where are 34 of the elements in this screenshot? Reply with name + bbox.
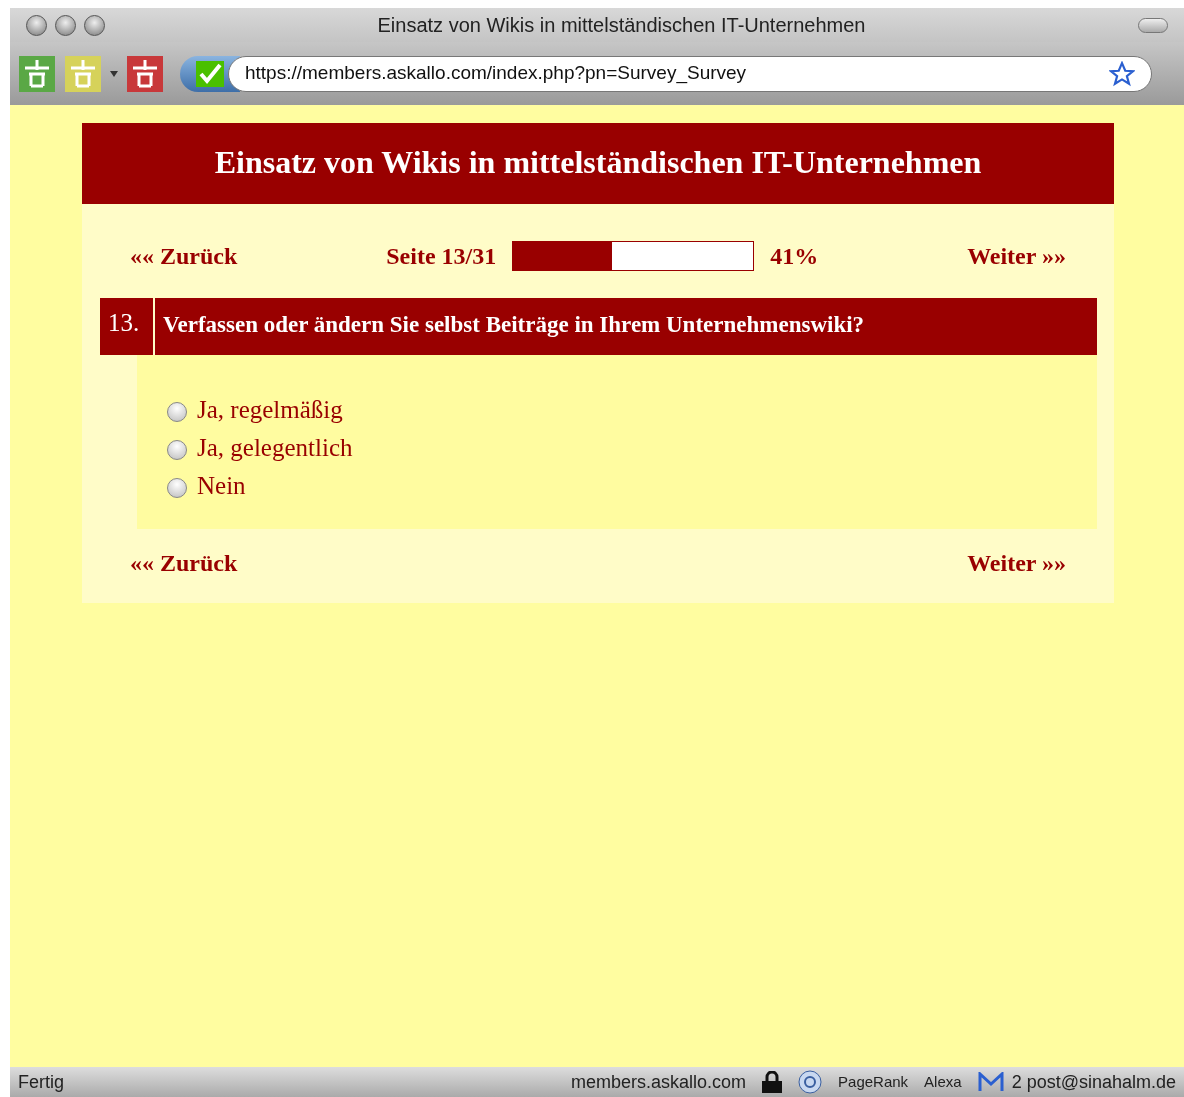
mail-icon[interactable]	[977, 1072, 1004, 1092]
radio-button[interactable]	[167, 401, 187, 422]
alexa-text[interactable]: Alexa	[924, 1070, 962, 1094]
question-text: Verfassen oder ändern Sie selbst Beiträge in Ihrem Unternehmenswiki?	[155, 298, 1097, 355]
window-title: Einsatz von Wikis in mittelständischen IT-Unternehmen	[376, 13, 867, 38]
lock-icon	[762, 1071, 783, 1093]
bookmark-icon[interactable]	[18, 54, 56, 93]
survey-heading: Einsatz von Wikis in mittelständischen IT-Unternehmen	[82, 123, 1114, 204]
toolbar-toggle-button[interactable]	[1138, 17, 1168, 33]
minimize-window-button[interactable]	[55, 14, 76, 36]
option-label[interactable]: Ja, regelmäßig	[197, 395, 343, 423]
radio-button[interactable]	[167, 439, 187, 460]
question-number: 13.	[100, 298, 153, 355]
dropdown-arrow-icon[interactable]	[110, 70, 118, 77]
option-label[interactable]: Ja, gelegentlich	[197, 433, 353, 461]
pagerank-text[interactable]: PageRank	[838, 1070, 909, 1094]
url-text: https://members.askallo.com/index.php?pn=Survey_Survey	[245, 61, 747, 86]
zoom-window-button[interactable]	[84, 14, 105, 36]
page-indicator: Seite 13/31	[386, 242, 497, 271]
option-label[interactable]: Nein	[197, 471, 246, 499]
progress-percent: 41%	[770, 242, 819, 271]
host-text: members.askallo.com	[570, 1070, 747, 1094]
check-icon	[196, 60, 224, 87]
radio-button[interactable]	[167, 477, 187, 498]
next-link[interactable]: Weiter »»	[967, 544, 1066, 581]
star-icon[interactable]	[1109, 60, 1135, 87]
mail-account-text[interactable]: 2 post@sinahalm.de	[1011, 1068, 1176, 1096]
next-link[interactable]: Weiter »»	[967, 238, 1066, 274]
back-link[interactable]: «« Zurück	[130, 544, 238, 581]
close-window-button[interactable]	[26, 14, 47, 36]
back-link[interactable]: «« Zurück	[130, 238, 238, 274]
bookmark-icon[interactable]	[126, 54, 164, 93]
bookmark-icon[interactable]	[64, 54, 102, 93]
status-text: Fertig	[18, 1070, 64, 1094]
